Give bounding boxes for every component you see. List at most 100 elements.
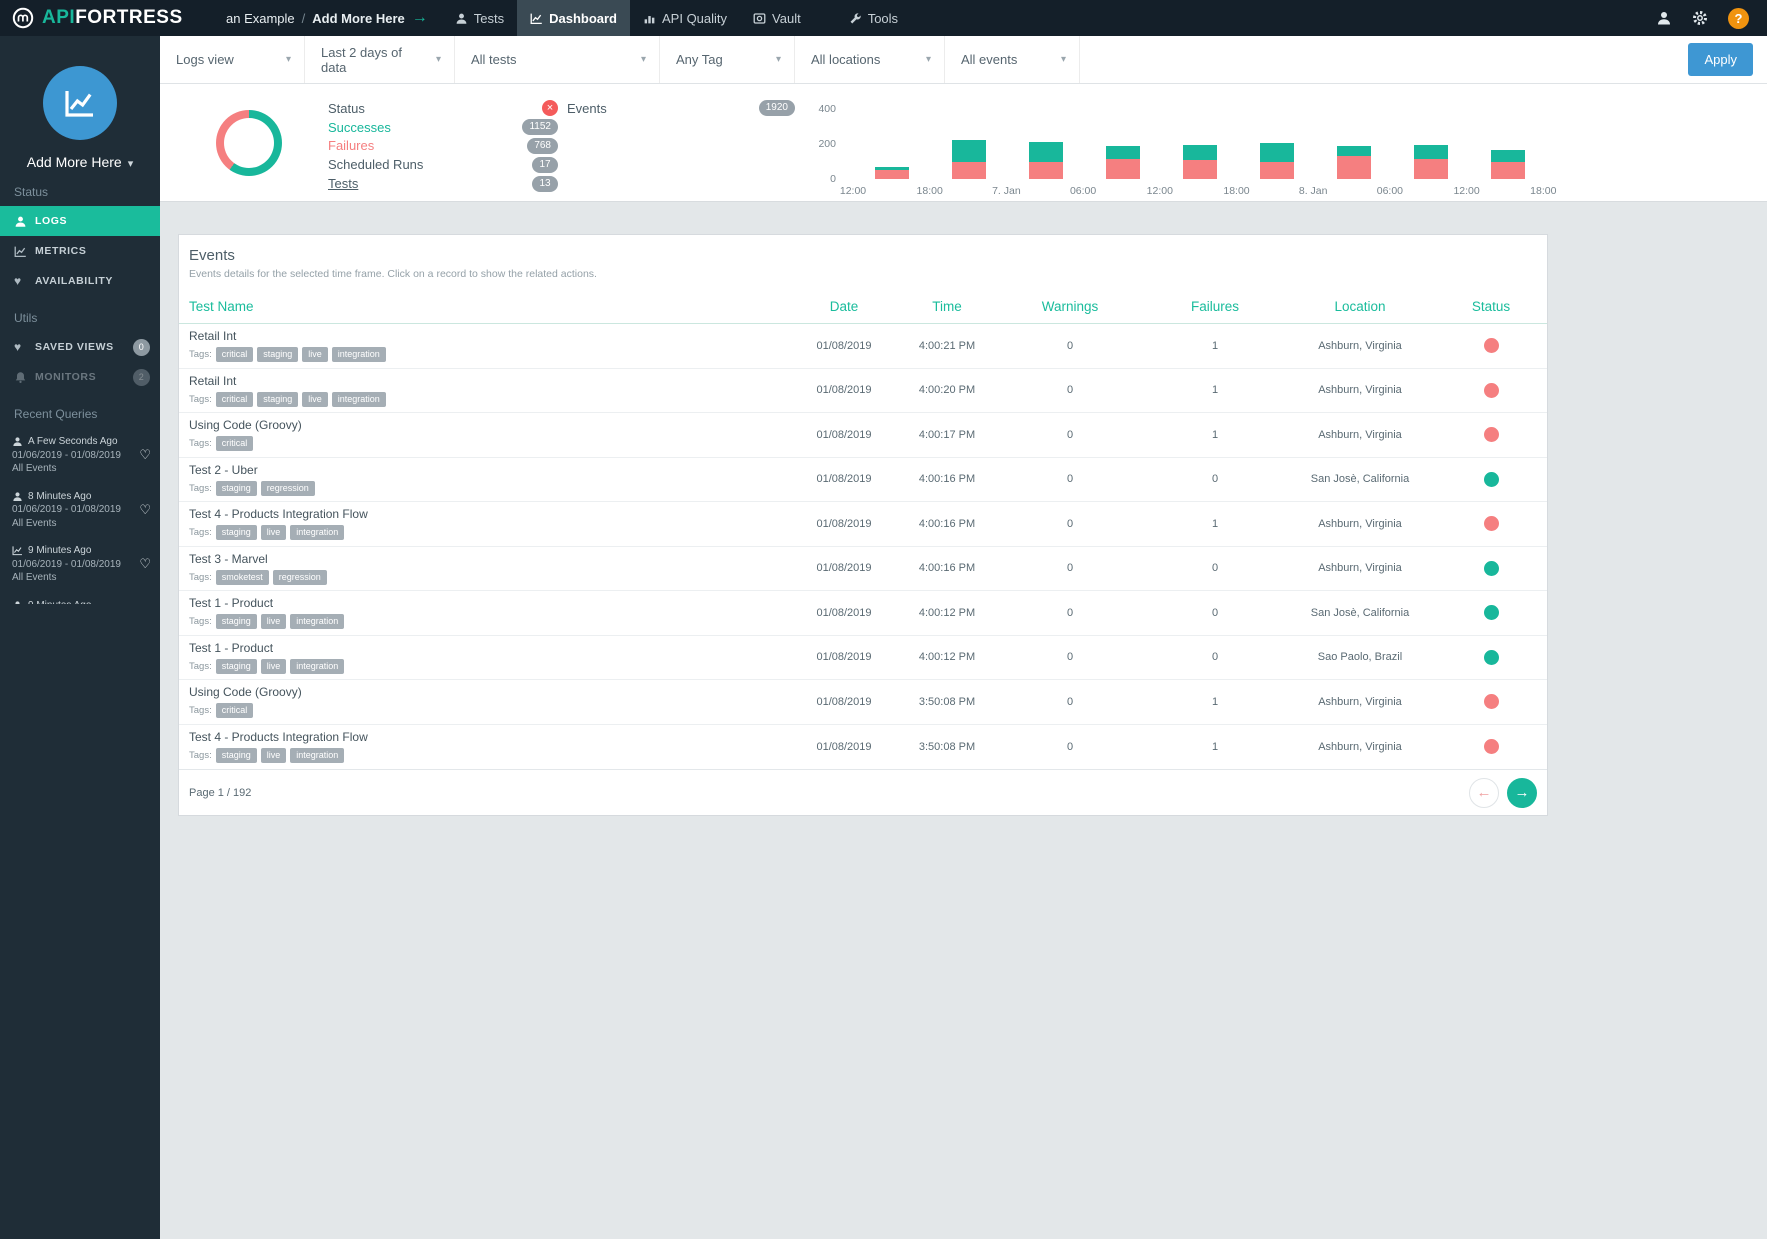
test-name-cell: Test 2 - UberTags:stagingregression — [179, 463, 789, 496]
next-page-button[interactable]: → — [1507, 778, 1537, 808]
event-location: San Josè, California — [1285, 607, 1435, 619]
column-time[interactable]: Time — [899, 299, 995, 314]
apply-button[interactable]: Apply — [1688, 43, 1753, 76]
successes-label[interactable]: Successes — [328, 120, 522, 135]
column-location[interactable]: Location — [1285, 299, 1435, 314]
user-icon — [12, 436, 23, 447]
table-row[interactable]: Test 4 - Products Integration FlowTags:s… — [179, 725, 1547, 770]
tests-link[interactable]: Tests — [328, 176, 532, 191]
x-axis-label: 18:00 — [1530, 185, 1556, 197]
event-time: 3:50:08 PM — [899, 741, 995, 753]
events-select[interactable]: All events ▾ — [945, 36, 1080, 83]
tag-chip: critical — [216, 392, 254, 407]
table-row[interactable]: Retail IntTags:criticalstagingliveintegr… — [179, 324, 1547, 369]
tag-select[interactable]: Any Tag ▾ — [660, 36, 795, 83]
project-avatar-button[interactable] — [43, 66, 117, 140]
nav-api-quality-label: API Quality — [662, 11, 727, 26]
sidebar-item-logs[interactable]: LOGS — [0, 206, 160, 236]
help-icon[interactable]: ? — [1728, 8, 1749, 29]
topbar-actions: ? — [1656, 8, 1767, 29]
tag-chip: live — [302, 392, 328, 407]
recent-query-item[interactable]: 9 Minutes Ago 01/06/2019 - 01/08/2019 Al… — [0, 537, 160, 592]
breadcrumb-current[interactable]: Add More Here — [312, 11, 404, 26]
locations-select[interactable]: All locations ▾ — [795, 36, 945, 83]
table-row[interactable]: Test 2 - UberTags:stagingregression01/08… — [179, 458, 1547, 503]
chevron-down-icon: ▾ — [776, 54, 781, 65]
failures-label[interactable]: Failures — [328, 138, 527, 153]
test-name-cell: Test 3 - MarvelTags:smoketestregression — [179, 552, 789, 585]
open-project-arrow-icon[interactable]: → — [412, 9, 428, 27]
chart-bar — [1414, 145, 1448, 179]
sidebar-item-availability[interactable]: ♥ AVAILABILITY — [0, 266, 160, 296]
nav-tests[interactable]: Tests — [442, 0, 517, 36]
bar-failure-segment — [875, 170, 909, 179]
sidebar-item-metrics[interactable]: METRICS — [0, 236, 160, 266]
status-dot — [1484, 739, 1499, 754]
favorite-heart-icon[interactable]: ♡ — [139, 501, 151, 519]
event-date: 01/08/2019 — [789, 429, 899, 441]
tag-chip: integration — [332, 392, 386, 407]
view-select[interactable]: Logs view ▾ — [160, 36, 305, 83]
sidebar-section-recent-queries: Recent Queries — [0, 392, 160, 428]
recent-query-item[interactable]: 9 Minutes Ago — [0, 592, 160, 605]
nav-dashboard[interactable]: Dashboard — [517, 0, 630, 36]
event-date: 01/08/2019 — [789, 340, 899, 352]
favorite-heart-icon[interactable]: ♡ — [139, 446, 151, 464]
tests-select[interactable]: All tests ▾ — [455, 36, 660, 83]
column-status[interactable]: Status — [1435, 299, 1547, 314]
tag-chip: staging — [216, 659, 257, 674]
column-date[interactable]: Date — [789, 299, 899, 314]
nav-tools-label: Tools — [868, 11, 898, 26]
test-name-cell: Retail IntTags:criticalstagingliveintegr… — [179, 329, 789, 362]
events-timeline-chart: 12:0018:007. Jan06:0012:0018:008. Jan06:… — [808, 96, 1548, 198]
sidebar-item-saved-views[interactable]: ♥ SAVED VIEWS 0 — [0, 332, 160, 362]
table-row[interactable]: Using Code (Groovy)Tags:critical01/08/20… — [179, 680, 1547, 725]
column-warnings[interactable]: Warnings — [995, 299, 1145, 314]
table-row[interactable]: Using Code (Groovy)Tags:critical01/08/20… — [179, 413, 1547, 458]
account-user-icon[interactable] — [1656, 10, 1672, 26]
x-axis-label: 06:00 — [1070, 185, 1096, 197]
tag-list: Tags:stagingliveintegration — [189, 659, 789, 674]
table-row[interactable]: Test 3 - MarvelTags:smoketestregression0… — [179, 547, 1547, 592]
column-failures[interactable]: Failures — [1145, 299, 1285, 314]
project-selector[interactable]: Add More Here▾ — [0, 154, 160, 170]
chevron-down-icon: ▾ — [641, 54, 646, 65]
gear-icon[interactable] — [1692, 10, 1708, 26]
status-cell — [1435, 694, 1547, 709]
chevron-down-icon: ▾ — [1061, 54, 1066, 65]
tags-label: Tags: — [189, 616, 212, 627]
prev-page-button[interactable]: ← — [1469, 778, 1499, 808]
chart-bar — [1260, 143, 1294, 179]
clear-status-filter-icon[interactable]: × — [542, 100, 558, 116]
column-test-name[interactable]: Test Name — [179, 299, 789, 314]
recent-query-scope: All Events — [12, 517, 134, 531]
events-select-value: All events — [961, 52, 1017, 67]
sidebar-item-monitors[interactable]: MONITORS 2 — [0, 362, 160, 392]
table-row[interactable]: Test 1 - ProductTags:stagingliveintegrat… — [179, 591, 1547, 636]
nav-vault[interactable]: Vault — [740, 0, 814, 36]
nav-tools[interactable]: Tools — [836, 0, 911, 36]
recent-query-title: 9 Minutes Ago — [28, 599, 91, 605]
user-icon — [12, 491, 23, 502]
scheduled-runs-label[interactable]: Scheduled Runs — [328, 157, 532, 172]
bar-success-segment — [1491, 150, 1525, 162]
recent-query-item[interactable]: 8 Minutes Ago 01/06/2019 - 01/08/2019 Al… — [0, 483, 160, 538]
project-selector-label: Add More Here — [27, 154, 122, 170]
chevron-down-icon: ▾ — [436, 54, 441, 65]
test-name-cell: Test 1 - ProductTags:stagingliveintegrat… — [179, 641, 789, 674]
events-total-label: Events — [567, 101, 607, 116]
recent-query-item[interactable]: A Few Seconds Ago 01/06/2019 - 01/08/201… — [0, 428, 160, 483]
event-location: Ashburn, Virginia — [1285, 429, 1435, 441]
nav-api-quality[interactable]: API Quality — [630, 0, 740, 36]
table-row[interactable]: Retail IntTags:criticalstagingliveintegr… — [179, 369, 1547, 414]
date-range-select[interactable]: Last 2 days of data ▾ — [305, 36, 455, 83]
app-logo[interactable]: APIFORTRESS — [0, 7, 226, 29]
main-nav: Tests Dashboard API Quality Vault Tools — [442, 0, 911, 36]
nav-dashboard-label: Dashboard — [549, 11, 617, 26]
bar-failure-segment — [1491, 162, 1525, 179]
breadcrumb-project[interactable]: an Example — [226, 11, 295, 26]
nav-vault-label: Vault — [772, 11, 801, 26]
table-row[interactable]: Test 1 - ProductTags:stagingliveintegrat… — [179, 636, 1547, 681]
favorite-heart-icon[interactable]: ♡ — [139, 555, 151, 573]
table-row[interactable]: Test 4 - Products Integration FlowTags:s… — [179, 502, 1547, 547]
